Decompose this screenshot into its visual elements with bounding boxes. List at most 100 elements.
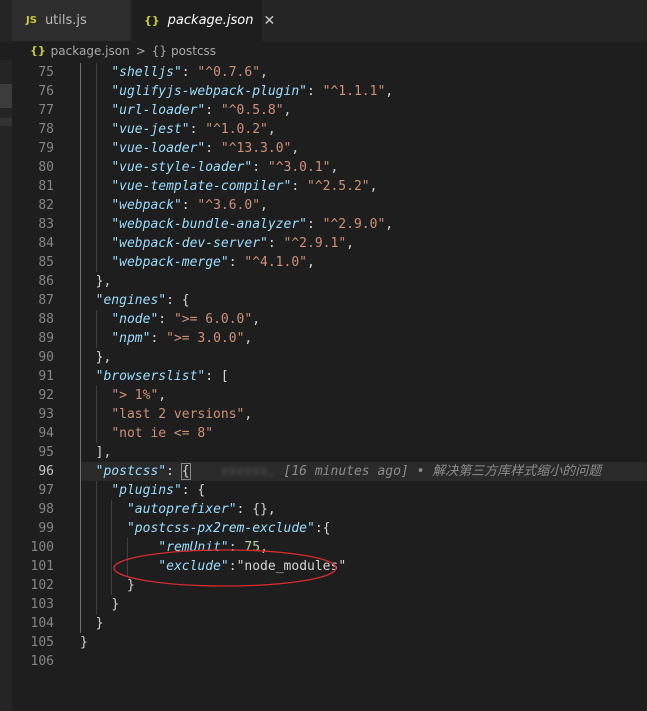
tab-label: package.json [167,13,254,28]
json-key: url-loader [119,103,198,118]
punctuation: " [338,559,347,574]
json-string-value: >= 3.0.0 [173,331,237,346]
code-content: }, [96,272,112,291]
code-line: 75 "shelljs": "^0.7.6", [12,63,647,82]
code-content: "browserslist": [ [96,367,229,386]
punctuation: , [244,331,253,346]
line-number: 96 [38,464,54,479]
code-content: "remUnit": 75, [158,538,268,557]
punctuation: , [385,84,394,99]
code-content: "last 2 versions", [111,405,252,424]
code-line: 83 "webpack-bundle-analyzer": "^2.9.0", [12,215,647,234]
punctuation: " [158,464,167,479]
code-line: 89 "npm": ">= 3.0.0", [12,329,647,348]
code-content: ], [96,443,112,462]
code-line: 99 "postcss-px2rem-exclude":{ [12,519,647,538]
punctuation: " [111,426,120,441]
punctuation: , [158,388,167,403]
punctuation: , [267,122,276,137]
line-number: 80 [38,160,54,175]
code-content: "vue-style-loader": "^3.0.1", [111,158,338,177]
close-tab-icon[interactable]: ✕ [264,13,276,29]
json-key: uglifyjs-webpack-plugin [119,84,300,99]
line-number: 105 [30,635,54,650]
punctuation: " [306,521,315,536]
code-content: } [127,576,135,595]
punctuation: " [111,84,120,99]
code-content: "> 1%", [111,386,166,405]
json-key: autoprefixer [134,502,229,517]
line-number: 102 [30,578,54,593]
code-editor[interactable]: 75 "shelljs": "^0.7.6", 76 "uglifyjs-webpac… [12,60,647,711]
json-string-value: ^2.9.0 [330,217,378,232]
line-number: 93 [38,407,54,422]
tab-package-json[interactable]: {} package.json ✕ [132,0,275,41]
punctuation: " [111,236,120,251]
punctuation: : [158,312,174,327]
punctuation: : [166,464,182,479]
code-line: 106 [12,652,647,671]
code-line: 101 "exclude":"node_modules" [12,557,647,576]
code-content: "autoprefixer": {}, [127,500,276,519]
punctuation: " [111,179,120,194]
json-punctuation: } [111,597,120,612]
json-key: webpack-bundle-analyzer [119,217,300,232]
punctuation: " [307,179,315,194]
json-string-value: ^2.9.1 [291,236,339,251]
punctuation: , [385,217,394,232]
line-number: 82 [38,198,54,213]
code-content: } [96,614,104,633]
code-line: 91 "browserslist": [ [12,367,647,386]
matching-bracket: { [180,463,191,480]
breadcrumb: {} package.json > {} postcss [0,41,647,60]
line-number: 87 [38,293,54,308]
code-content: "not ie <= 8" [111,424,213,443]
punctuation: " [220,103,229,118]
json-string-value: >= 6.0.0 [181,312,245,327]
code-line: 80 "vue-style-loader": "^3.0.1", [12,158,647,177]
blame-author: xxxxxx, [220,464,284,479]
code-line: 90}, [12,348,647,367]
json-punctuation: : [ [205,369,229,384]
json-punctuation: ], [95,445,112,460]
json-key: browserslist [103,369,198,384]
code-line: 105} [12,633,647,652]
punctuation: " [173,198,182,213]
breadcrumb-file[interactable]: package.json [51,44,130,58]
punctuation: " [299,255,307,270]
line-number: 97 [38,483,54,498]
code-content: "vue-loader": "^13.3.0", [111,139,299,158]
punctuation: : [181,198,198,213]
code-content: "engines": { [96,291,190,310]
code-content: "vue-jest": "^1.0.2", [111,120,275,139]
line-number: 95 [38,445,54,460]
code-content: } [80,633,88,652]
code-line: 85 "webpack-merge": "^4.1.0", [12,253,647,272]
punctuation: " [173,65,182,80]
tab-utils-js[interactable]: JS utils.js [12,0,130,41]
punctuation: : [181,65,198,80]
punctuation: " [220,255,229,270]
punctuation: , [260,65,268,80]
json-punctuation: } [95,616,104,631]
breadcrumb-node[interactable]: postcss [171,44,216,58]
line-number: 75 [38,65,54,80]
punctuation: " [338,236,347,251]
punctuation: " [173,312,182,327]
code-line: 104} [12,614,647,633]
line-number: 104 [30,616,54,631]
code-line: 86}, [12,272,647,291]
punctuation: " [158,540,167,555]
punctuation: " [111,483,120,498]
code-content: "webpack-merge": "^4.1.0", [111,253,315,272]
json-key: node [119,312,151,327]
punctuation: : [228,540,245,555]
punctuation: : [306,84,323,99]
line-number: 79 [38,141,54,156]
punctuation: , [260,198,268,213]
json-string-value: > 1% [119,388,151,403]
code-line: 103} [12,595,647,614]
punctuation: " [158,559,167,574]
line-number: 98 [38,502,54,517]
object-icon: {} [151,43,168,58]
